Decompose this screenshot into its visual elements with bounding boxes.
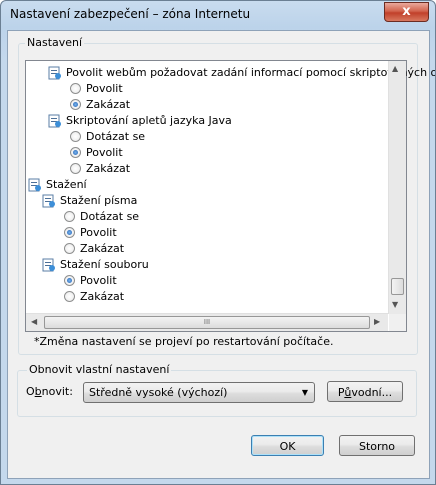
reset-label-accesskey: b — [34, 385, 42, 398]
setting-icon — [48, 66, 62, 80]
scroll-up-icon[interactable]: ▲ — [392, 64, 398, 73]
option-radio[interactable] — [70, 83, 81, 94]
tree-item-label: Dotázat se — [86, 130, 146, 143]
ok-button[interactable]: OK — [251, 435, 324, 456]
cancel-button[interactable]: Storno — [339, 435, 415, 456]
scroll-grip-icon: III — [203, 318, 211, 326]
setting-icon — [48, 114, 62, 128]
tree-item-label: Zakázat — [86, 98, 131, 111]
tree-item-label: Zakázat — [80, 290, 125, 303]
option-radio[interactable] — [70, 131, 81, 142]
tree-item-label: Povolit — [80, 274, 117, 287]
tree-item-label: Povolit webům požadovat zadání informací… — [66, 66, 436, 79]
option-radio[interactable] — [64, 243, 75, 254]
title-bar: Nastavení zabezpečení – zóna Internetu x — [1, 1, 435, 29]
original-settings-button[interactable]: Původní... — [327, 381, 403, 402]
tree-item-label: Povolit — [86, 82, 123, 95]
download-setting-icon — [42, 194, 56, 208]
original-label-suffix: vodní... — [351, 386, 393, 399]
horizontal-scroll-thumb[interactable]: III — [44, 316, 370, 329]
vertical-scrollbar[interactable]: ▲ ▼ — [388, 61, 406, 314]
option-radio[interactable] — [64, 211, 75, 222]
security-level-select[interactable]: Středně vysoké (výchozí) ▼ — [83, 382, 315, 403]
tree-item-label: Stažení — [46, 178, 87, 191]
restart-note: *Změna nastavení se projeví po restartov… — [34, 335, 334, 348]
security-level-value: Středně vysoké (výchozí) — [89, 386, 228, 399]
chevron-down-icon: ▼ — [301, 388, 308, 397]
tree-item-label: Povolit — [80, 226, 117, 239]
scrollbar-corner — [389, 314, 406, 331]
tree-item-label: Stažení písma — [60, 194, 138, 207]
reset-label-prefix: O — [26, 385, 35, 398]
option-radio[interactable] — [64, 275, 75, 286]
tree-item-label: Dotázat se — [80, 210, 140, 223]
option-radio[interactable] — [70, 99, 81, 110]
reset-group-label: Obnovit vlastní nastavení — [27, 363, 172, 376]
close-button[interactable]: x — [384, 2, 429, 22]
tree-item-label: Skriptování apletů jazyka Java — [66, 114, 232, 127]
reset-label: Obnovit: — [26, 385, 73, 398]
option-radio[interactable] — [64, 291, 75, 302]
tree-item-label: Zakázat — [86, 162, 131, 175]
download-setting-icon — [42, 258, 56, 272]
settings-tree[interactable]: Povolit webům požadovat zadání informací… — [25, 60, 435, 332]
reset-label-suffix: novit: — [41, 385, 73, 398]
settings-group-label: Nastavení — [25, 36, 85, 49]
tree-item-label: Povolit — [86, 146, 123, 159]
option-radio[interactable] — [64, 227, 75, 238]
scroll-left-icon[interactable]: ◀ — [31, 317, 37, 326]
dialog-window: Nastavení zabezpečení – zóna Internetu x… — [0, 0, 436, 485]
vertical-scroll-thumb[interactable] — [391, 278, 404, 295]
option-radio[interactable] — [70, 147, 81, 158]
close-icon: x — [402, 4, 411, 19]
option-radio[interactable] — [70, 163, 81, 174]
horizontal-scrollbar[interactable]: ◀ III ▶ — [26, 313, 388, 331]
window-title: Nastavení zabezpečení – zóna Internetu — [10, 7, 251, 21]
tree-item-label: Zakázat — [80, 242, 125, 255]
scroll-right-icon[interactable]: ▶ — [374, 317, 380, 326]
tree-item-label: Stažení souboru — [60, 258, 149, 271]
scroll-down-icon[interactable]: ▼ — [392, 300, 398, 309]
download-category-icon — [28, 178, 42, 192]
